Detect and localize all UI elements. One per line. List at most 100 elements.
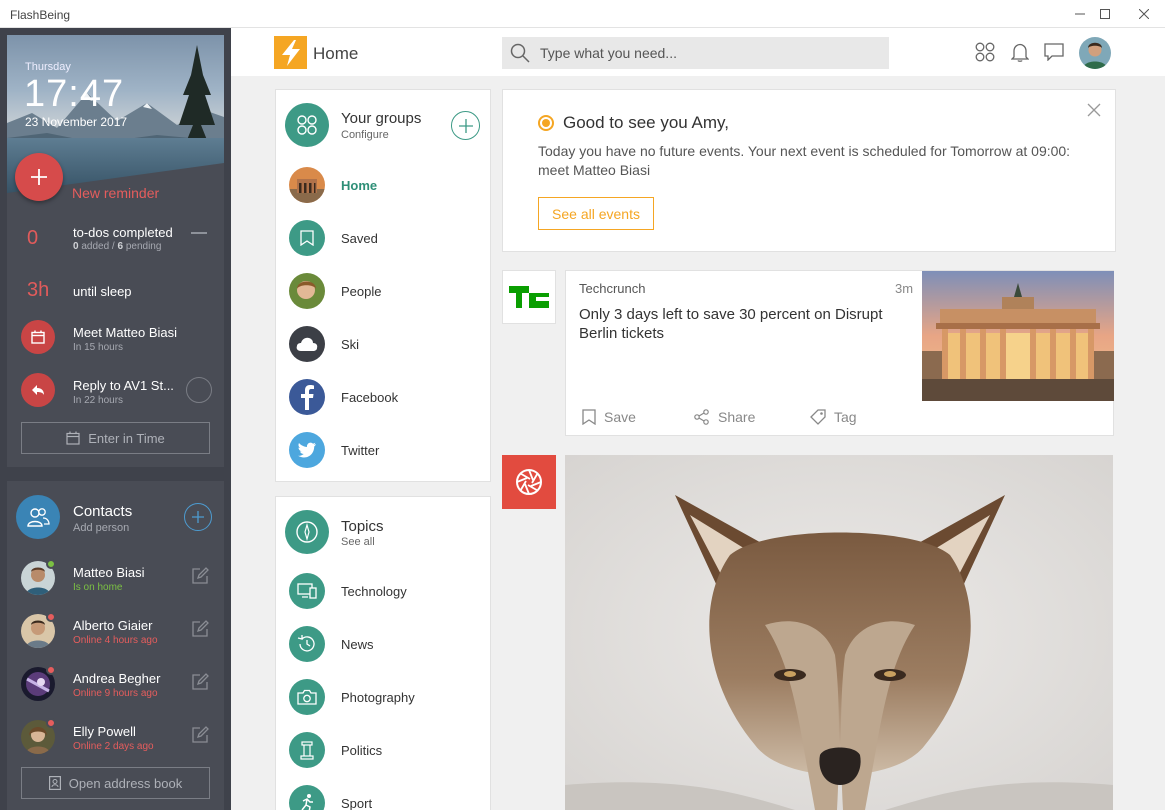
tag-action[interactable]: Tag (810, 409, 857, 425)
edit-icon[interactable] (191, 620, 209, 638)
apps-icon[interactable] (974, 41, 996, 63)
contact-name: Matteo Biasi (73, 565, 145, 580)
news-time: 3m (895, 281, 914, 296)
add-group-button[interactable] (451, 111, 480, 140)
camera-icon (289, 679, 325, 715)
group-item-ski[interactable]: Ski (276, 326, 491, 379)
app-logo[interactable] (274, 36, 307, 69)
close-icon[interactable] (1086, 102, 1102, 118)
see-all-topics-link[interactable]: See all (341, 536, 375, 548)
welcome-text: Today you have no future events. Your ne… (538, 143, 1071, 178)
share-label: Share (718, 409, 756, 425)
search-input[interactable] (540, 45, 860, 61)
contact-status: Online 2 days ago (73, 741, 154, 752)
offline-status-dot (46, 665, 56, 675)
maximize-button[interactable] (1090, 4, 1120, 24)
open-address-book-button[interactable]: Open address book (21, 767, 210, 799)
groups-card: Your groups Configure Home Saved People … (275, 89, 491, 482)
online-status-dot (46, 559, 56, 569)
add-person-link[interactable]: Add person (73, 522, 129, 534)
edit-icon[interactable] (191, 726, 209, 744)
news-title[interactable]: Only 3 days left to save 30 percent on D… (579, 305, 899, 343)
topic-item-sport[interactable]: Sport (276, 785, 491, 810)
tag-icon (810, 409, 826, 425)
event-row[interactable]: Meet Matteo Biasi In 15 hours (7, 317, 224, 367)
people-avatar-icon (289, 273, 325, 309)
new-reminder-label[interactable]: New reminder (72, 185, 159, 201)
topic-label: Photography (341, 690, 415, 705)
todos-row[interactable]: 0 to-dos completed 0 added / 6 pending (7, 213, 224, 263)
photo-source-logo[interactable] (502, 455, 556, 509)
todos-count: 0 (27, 227, 39, 249)
contact-status: Is on home (73, 582, 123, 593)
chat-icon[interactable] (1043, 41, 1065, 63)
coyote-photo (565, 455, 1113, 810)
event-row[interactable]: Reply to AV1 St... In 22 hours (7, 370, 224, 420)
page-title: Home (313, 44, 359, 63)
bell-icon[interactable] (1009, 41, 1031, 63)
sleep-row: 3h until sleep (7, 265, 224, 315)
close-window-button[interactable] (1129, 4, 1159, 24)
reminders-panel: Thursday 17:47 23 November 2017 New remi… (7, 35, 224, 467)
contact-item[interactable]: Elly Powell Online 2 days ago (7, 716, 224, 766)
contact-name: Alberto Giaier (73, 618, 153, 633)
edit-icon[interactable] (191, 673, 209, 691)
techcrunch-logo[interactable] (502, 270, 556, 324)
enter-in-time-button[interactable]: Enter in Time (21, 422, 210, 454)
topic-label: Technology (341, 584, 407, 599)
contacts-icon (16, 495, 60, 539)
topic-item-news[interactable]: News (276, 626, 491, 679)
home-group-icon (289, 167, 325, 203)
group-item-facebook[interactable]: Facebook (276, 379, 491, 432)
contact-name: Elly Powell (73, 724, 136, 739)
news-card[interactable]: Techcrunch 3m Only 3 days left to save 3… (565, 270, 1114, 436)
sleep-label: until sleep (73, 284, 132, 299)
offline-status-dot (46, 718, 56, 728)
share-action[interactable]: Share (694, 409, 755, 425)
plus-icon (192, 511, 204, 523)
photo-post[interactable] (565, 455, 1113, 810)
contact-item[interactable]: Alberto Giaier Online 4 hours ago (7, 610, 224, 660)
contact-item[interactable]: Matteo Biasi Is on home (7, 557, 224, 607)
complete-checkbox[interactable] (186, 377, 212, 403)
group-label: Facebook (341, 390, 399, 405)
see-all-events-button[interactable]: See all events (538, 197, 654, 230)
contacts-panel: Contacts Add person Matteo Biasi Is on h… (7, 481, 224, 810)
minus-icon[interactable] (191, 232, 207, 234)
clock-time: 17:47 (24, 73, 125, 115)
edit-icon[interactable] (191, 567, 209, 585)
compass-icon (285, 510, 329, 554)
twitter-icon (289, 432, 325, 468)
address-book-icon (48, 776, 61, 790)
group-item-home[interactable]: Home (276, 167, 491, 220)
tag-label: Tag (834, 409, 857, 425)
event-sub: In 15 hours (73, 342, 124, 353)
topic-item-politics[interactable]: Politics (276, 732, 491, 785)
offline-status-dot (46, 612, 56, 622)
enter-in-time-label: Enter in Time (88, 430, 165, 446)
save-label: Save (604, 409, 636, 425)
close-icon (1139, 9, 1149, 19)
contact-item[interactable]: Andrea Begher Online 9 hours ago (7, 663, 224, 713)
user-avatar[interactable] (1079, 37, 1111, 69)
clock-day: Thursday (25, 61, 71, 73)
group-item-saved[interactable]: Saved (276, 220, 491, 273)
add-contact-button[interactable] (184, 503, 212, 531)
topic-label: Sport (341, 796, 373, 810)
search-bar[interactable] (502, 37, 889, 69)
welcome-title: Good to see you Amy, (563, 113, 729, 132)
calendar-icon (66, 431, 80, 445)
topic-item-technology[interactable]: Technology (276, 573, 491, 626)
configure-link[interactable]: Configure (341, 129, 389, 141)
topic-item-photography[interactable]: Photography (276, 679, 491, 732)
group-item-twitter[interactable]: Twitter (276, 432, 491, 485)
todos-title: to-dos completed (73, 225, 173, 240)
reply-icon (21, 373, 55, 407)
new-reminder-button[interactable] (15, 153, 63, 201)
welcome-card: Good to see you Amy, Today you have no f… (502, 89, 1116, 252)
save-action[interactable]: Save (582, 409, 636, 425)
app-header: Home (231, 28, 1165, 76)
group-item-people[interactable]: People (276, 273, 491, 326)
monument-icon (289, 732, 325, 768)
devices-icon (289, 573, 325, 609)
